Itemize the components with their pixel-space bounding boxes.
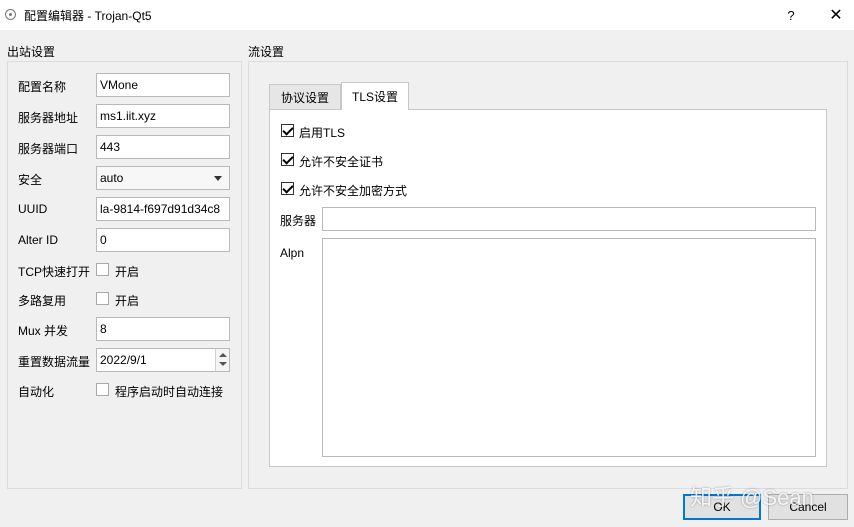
title-bar: 配置编辑器 - Trojan-Qt5 ? ✕ — [0, 0, 854, 30]
mux-label: 多路复用 — [18, 294, 67, 308]
tab-protocol-settings[interactable]: 协议设置 — [269, 84, 341, 110]
config-name-input[interactable]: VMone — [96, 73, 230, 97]
spin-down-icon[interactable] — [219, 362, 227, 366]
outbound-group-title: 出站设置 — [7, 45, 56, 59]
tab-tls-settings[interactable]: TLS设置 — [341, 82, 409, 110]
reset-traffic-date-input[interactable]: 2022/9/1 — [96, 348, 230, 372]
enable-tls-label[interactable]: 启用TLS — [299, 124, 345, 141]
allow-insecure-cert-checkbox[interactable] — [281, 153, 294, 166]
uuid-label: UUID — [18, 202, 48, 216]
server-port-label: 服务器端口 — [18, 142, 79, 156]
allow-insecure-ciphers-label[interactable]: 允许不安全加密方式 — [299, 182, 407, 199]
auto-connect-checkbox[interactable] — [96, 383, 109, 396]
watermark: 知乎 @Sean — [690, 485, 814, 510]
allow-insecure-ciphers-checkbox[interactable] — [281, 182, 294, 195]
date-spinner[interactable] — [215, 349, 229, 371]
window-title: 配置编辑器 - Trojan-Qt5 — [24, 9, 152, 23]
reset-traffic-label: 重置数据流量 — [18, 355, 91, 369]
server-address-input[interactable]: ms1.iit.xyz — [96, 104, 230, 128]
automation-label: 自动化 — [18, 385, 55, 399]
server-port-input[interactable]: 443 — [96, 135, 230, 159]
security-select-value: auto — [100, 171, 124, 185]
auto-connect-checkbox-label[interactable]: 程序启动时自动连接 — [115, 383, 223, 400]
mux-concurrency-input[interactable]: 8 — [96, 317, 230, 341]
tcp-fast-open-checkbox-label[interactable]: 开启 — [115, 263, 139, 280]
alter-id-input[interactable]: 0 — [96, 228, 230, 252]
mux-checkbox[interactable] — [96, 292, 109, 305]
stream-group-title: 流设置 — [248, 45, 285, 59]
reset-traffic-date-value: 2022/9/1 — [100, 353, 147, 367]
server-address-label: 服务器地址 — [18, 111, 79, 125]
tls-server-label: 服务器 — [280, 214, 317, 228]
tcp-fast-open-checkbox[interactable] — [96, 263, 109, 276]
enable-tls-checkbox[interactable] — [281, 124, 294, 137]
alter-id-label: Alter ID — [18, 233, 59, 247]
chevron-down-icon — [214, 176, 222, 181]
mux-concurrency-label: Mux 并发 — [18, 324, 69, 338]
close-button[interactable]: ✕ — [813, 0, 854, 30]
tcp-fast-open-label: TCP快速打开 — [18, 265, 91, 279]
config-name-label: 配置名称 — [18, 80, 67, 94]
security-label: 安全 — [18, 173, 43, 187]
app-icon — [5, 9, 16, 20]
alpn-textarea[interactable] — [322, 238, 816, 457]
tls-server-input[interactable] — [322, 207, 816, 231]
mux-checkbox-label[interactable]: 开启 — [115, 292, 139, 309]
allow-insecure-cert-label[interactable]: 允许不安全证书 — [299, 153, 383, 170]
security-select[interactable]: auto — [96, 166, 230, 190]
alpn-label: Alpn — [280, 246, 305, 260]
spin-up-icon[interactable] — [219, 353, 227, 357]
help-button[interactable]: ? — [768, 0, 814, 30]
uuid-input[interactable]: la-9814-f697d91d34c8 — [96, 197, 230, 221]
